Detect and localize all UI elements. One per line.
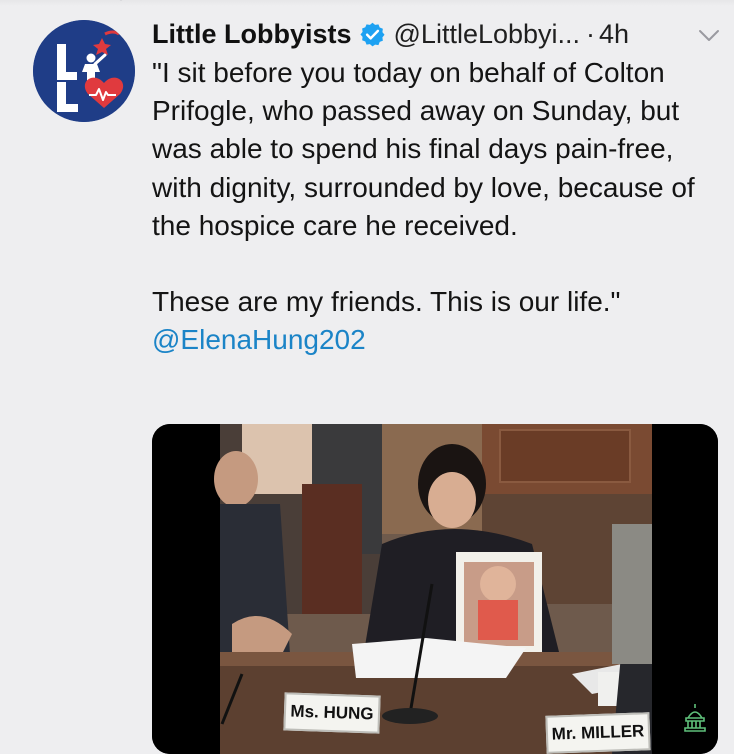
verified-badge-icon xyxy=(359,21,386,48)
author-name[interactable]: Little Lobbyists xyxy=(152,19,352,50)
header-separator: · xyxy=(586,18,596,49)
video-frame xyxy=(152,424,718,754)
tweet-text-paragraph: These are my friends. This is our life." xyxy=(152,286,621,318)
tweet-body: "I sit before you today on behalf of Col… xyxy=(152,54,722,359)
little-lobbyists-logo-icon xyxy=(33,20,135,122)
top-edge xyxy=(0,0,734,6)
tweet-text-paragraph: "I sit before you today on behalf of Col… xyxy=(152,57,695,241)
tweet-media-video[interactable]: Ms. HUNG Mr. MILLER xyxy=(152,424,718,754)
tweet-header: Little Lobbyists @LittleLobbyi... · 4h xyxy=(152,14,722,54)
tweet-timestamp[interactable]: 4h xyxy=(599,19,629,50)
chevron-down-icon[interactable] xyxy=(696,22,722,48)
nameplate-right: Mr. MILLER xyxy=(545,712,651,754)
avatar[interactable] xyxy=(33,20,135,122)
capitol-dome-icon xyxy=(682,702,708,737)
author-handle[interactable]: @LittleLobbyi... xyxy=(394,19,581,50)
nameplate-left: Ms. HUNG xyxy=(283,692,381,734)
mention-link[interactable]: @ElenaHung202 xyxy=(152,321,722,359)
previous-tweet-edge xyxy=(119,0,123,1)
